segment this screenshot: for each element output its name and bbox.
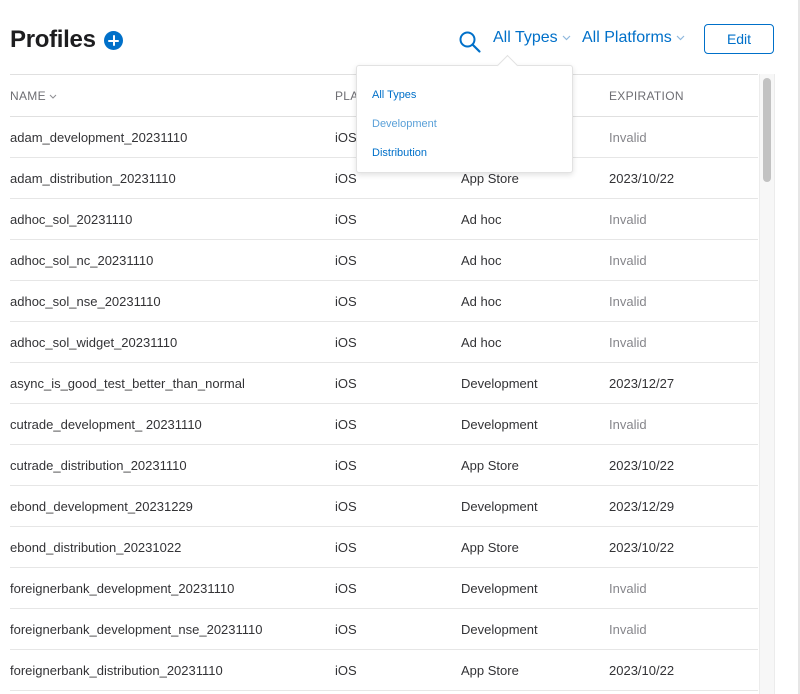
profile-expiration: 2023/10/22 (609, 458, 675, 473)
menu-caret (496, 54, 519, 77)
chevron-down-icon (562, 35, 571, 41)
profile-name: async_is_good_test_better_than_normal (10, 376, 245, 391)
profile-platform: iOS (335, 335, 357, 350)
profile-platform: iOS (335, 130, 357, 145)
column-header-name-label: NAME (10, 89, 46, 103)
type-filter-menu: All Types Development Distribution (356, 54, 573, 173)
table-row[interactable]: foreignerbank_distribution_20231110 iOS Ap… (10, 650, 758, 691)
profile-type: App Store (461, 540, 519, 555)
table-row[interactable]: foreignerbank_development_20231110 iOS Dev… (10, 568, 758, 609)
table-row[interactable]: adhoc_sol_widget_20231110 iOS Ad hoc Invali… (10, 322, 758, 363)
profile-expiration: 2023/12/29 (609, 499, 675, 514)
edit-button[interactable]: Edit (704, 24, 774, 54)
profile-expiration: 2023/12/27 (609, 376, 675, 391)
profile-expiration: Invalid (609, 417, 647, 432)
page-header: Profiles All Types All Platforms Edit (10, 24, 780, 56)
column-header-name[interactable]: NAME (10, 89, 57, 103)
table-row[interactable]: ebond_development_20231229 iOS Development… (10, 486, 758, 527)
profile-expiration: 2023/10/22 (609, 540, 675, 555)
profile-platform: iOS (335, 622, 357, 637)
table-row[interactable]: async_is_good_test_better_than_normal iOS… (10, 363, 758, 404)
menu-item-distribution[interactable]: Distribution (372, 147, 427, 159)
profile-type: Development (461, 581, 538, 596)
profile-platform: iOS (335, 376, 357, 391)
profile-type: Ad hoc (461, 335, 502, 350)
menu-item-all-types[interactable]: All Types (372, 89, 416, 101)
profile-platform: iOS (335, 212, 357, 227)
scrollbar[interactable] (759, 74, 775, 694)
table-row[interactable]: foreignerbank_development_nse_20231110 iO… (10, 609, 758, 650)
profile-expiration: Invalid (609, 581, 647, 596)
profile-type: Ad hoc (461, 253, 502, 268)
profile-expiration: Invalid (609, 622, 647, 637)
profile-name: cutrade_development_ 20231110 (10, 417, 202, 432)
table-row[interactable]: cutrade_distribution_20231110 iOS App Stor… (10, 445, 758, 486)
add-profile-button[interactable] (104, 31, 123, 50)
profile-platform: iOS (335, 417, 357, 432)
profile-platform: iOS (335, 294, 357, 309)
table-row[interactable]: ebond_distribution_20231022 iOS App Store 2… (10, 527, 758, 568)
profile-platform: iOS (335, 458, 357, 473)
profile-type: Ad hoc (461, 294, 502, 309)
profile-type: Development (461, 376, 538, 391)
profile-type: Development (461, 417, 538, 432)
profile-name: foreignerbank_distribution_20231110 (10, 663, 223, 678)
profile-expiration: 2023/10/22 (609, 663, 675, 678)
platform-filter-label: All Platforms (582, 29, 672, 46)
profile-type: App Store (461, 171, 519, 186)
profile-type: App Store (461, 458, 519, 473)
profile-expiration: Invalid (609, 294, 647, 309)
profile-name: adhoc_sol_20231110 (10, 212, 133, 227)
chevron-down-icon (676, 35, 685, 41)
profile-platform: iOS (335, 540, 357, 555)
profile-type: Development (461, 622, 538, 637)
profile-name: ebond_development_20231229 (10, 499, 193, 514)
profile-platform: iOS (335, 581, 357, 596)
profile-expiration: Invalid (609, 335, 647, 350)
table-row[interactable]: adhoc_sol_nse_20231110 iOS Ad hoc Invalid (10, 281, 758, 322)
profile-name: cutrade_distribution_20231110 (10, 458, 187, 473)
table-row[interactable]: adhoc_sol_20231110 iOS Ad hoc Invalid (10, 199, 758, 240)
menu-item-development[interactable]: Development (372, 118, 437, 130)
type-filter-dropdown[interactable]: All Types (493, 29, 571, 47)
profile-platform: iOS (335, 663, 357, 678)
search-icon[interactable] (458, 30, 482, 54)
table-row[interactable]: cutrade_development_ 20231110 iOS Developm… (10, 404, 758, 445)
profile-type: App Store (461, 663, 519, 678)
type-filter-label: All Types (493, 29, 558, 46)
profile-name: adam_development_20231110 (10, 130, 188, 145)
profile-expiration: 2023/10/22 (609, 171, 675, 186)
profile-type: Ad hoc (461, 212, 502, 227)
profile-platform: iOS (335, 499, 357, 514)
profile-name: ebond_distribution_20231022 (10, 540, 182, 555)
platform-filter-dropdown[interactable]: All Platforms (582, 29, 685, 47)
profile-expiration: Invalid (609, 212, 647, 227)
chevron-down-icon (49, 94, 57, 99)
profile-expiration: Invalid (609, 130, 647, 145)
table-body: adam_development_20231110 iOS Invalid adam_… (10, 117, 758, 691)
profile-name: adhoc_sol_nse_20231110 (10, 294, 161, 309)
profile-name: adhoc_sol_nc_20231110 (10, 253, 154, 268)
profile-name: foreignerbank_development_20231110 (10, 581, 235, 596)
profile-platform: iOS (335, 253, 357, 268)
table-row[interactable]: adhoc_sol_nc_20231110 iOS Ad hoc Invalid (10, 240, 758, 281)
profile-name: adhoc_sol_widget_20231110 (10, 335, 178, 350)
scrollbar-thumb[interactable] (763, 78, 771, 182)
profile-name: adam_distribution_20231110 (10, 171, 176, 186)
profile-name: foreignerbank_development_nse_20231110 (10, 622, 263, 637)
profile-expiration: Invalid (609, 253, 647, 268)
page-title: Profiles (10, 26, 96, 53)
column-header-expiration[interactable]: EXPIRATION (609, 89, 684, 103)
profile-type: Development (461, 499, 538, 514)
profile-platform: iOS (335, 171, 357, 186)
